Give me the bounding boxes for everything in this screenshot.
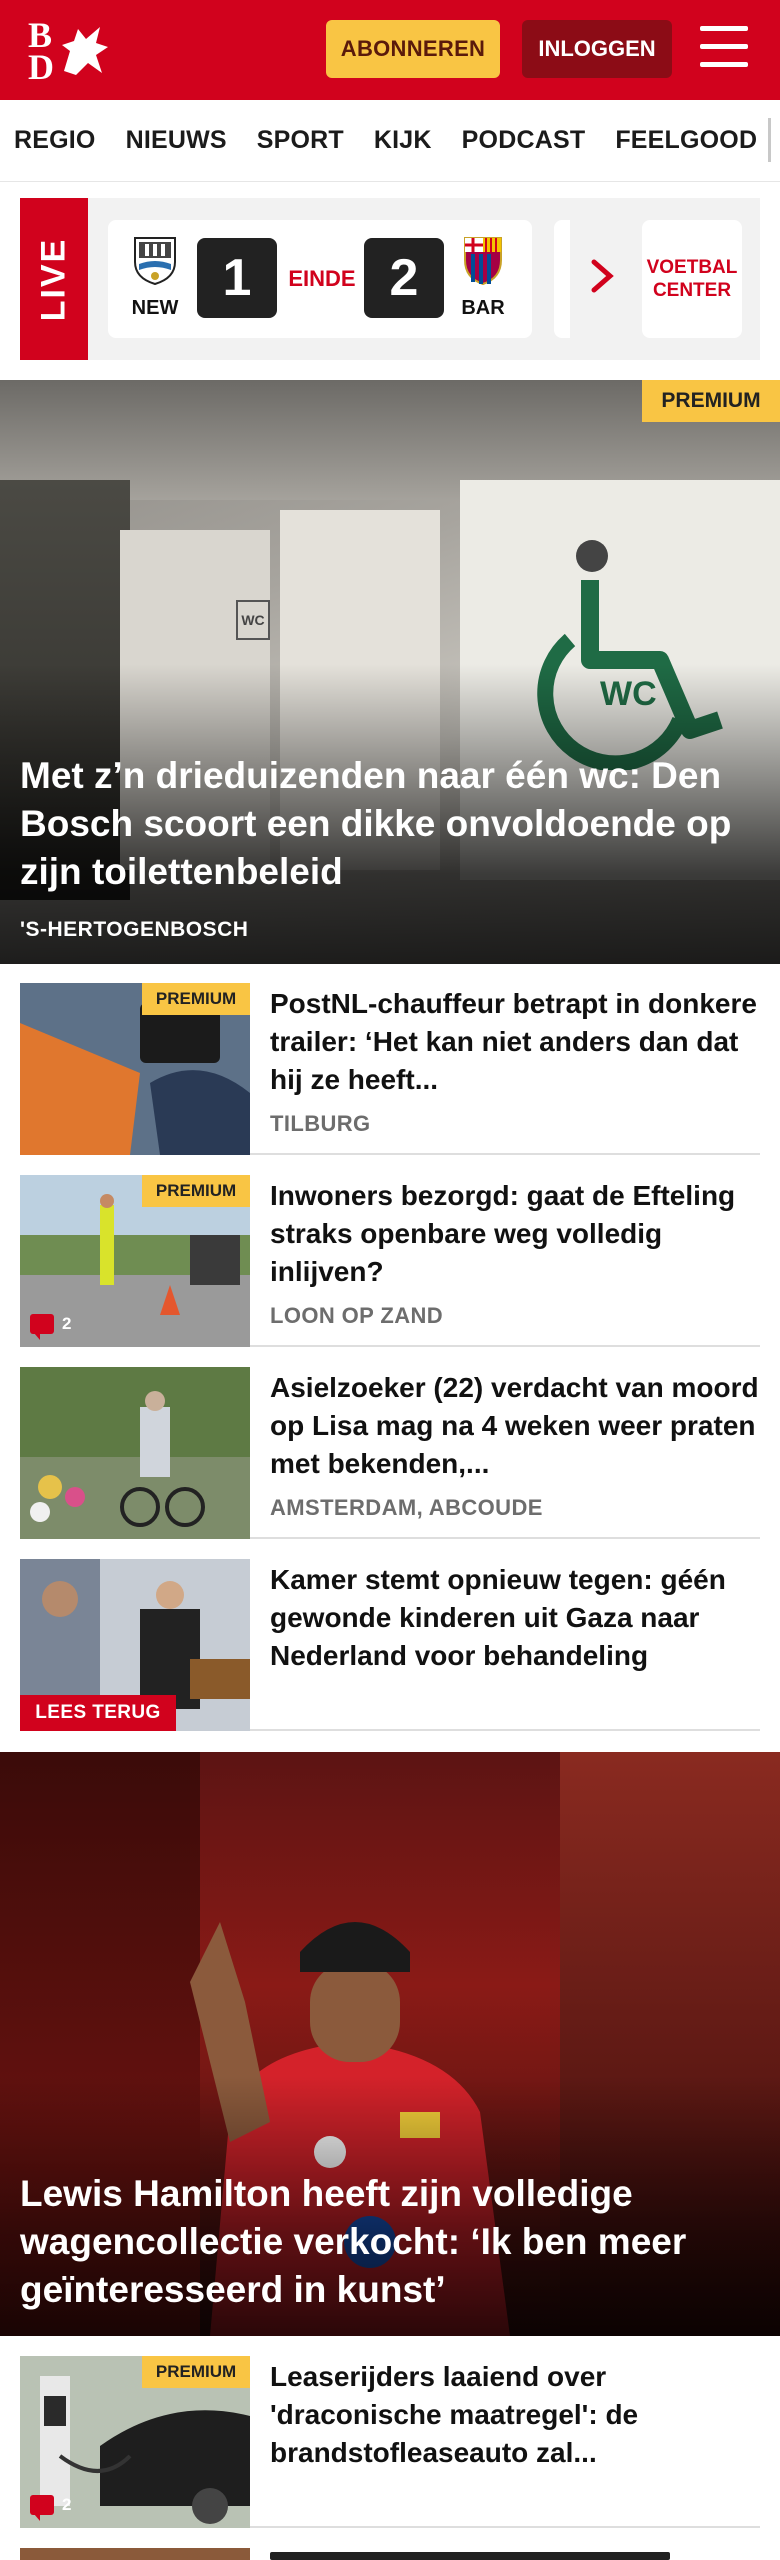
- article-title[interactable]: Inwoners bezorgd: gaat de Efteling strak…: [270, 1177, 760, 1291]
- premium-badge: PREMIUM: [142, 1175, 250, 1207]
- home-team-name: NEW: [131, 297, 179, 319]
- comment-bubble-icon: [30, 1314, 54, 1340]
- hero-article-hamilton[interactable]: Lewis Hamilton heeft zijn volledige wage…: [0, 1752, 780, 2336]
- hero2-headline[interactable]: Lewis Hamilton heeft zijn volledige wage…: [20, 2170, 765, 2314]
- match-status: EINDE: [288, 266, 356, 291]
- nav-item-feelgood[interactable]: FEELGOOD: [615, 126, 757, 155]
- home-team: NEW: [120, 234, 190, 320]
- voetbal-center-link[interactable]: VOETBAL CENTER: [642, 220, 742, 338]
- comment-count-value: 2: [62, 2495, 72, 2514]
- hero-article[interactable]: WC WC PREMIUM Met z’n drieduizenden naar…: [0, 380, 780, 964]
- hero-location: 'S-HERTOGENBOSCH: [20, 918, 249, 941]
- away-score: 2: [364, 238, 444, 318]
- section-nav: REGIO NIEUWS SPORT KIJK PODCAST FEELGOOD: [0, 100, 780, 182]
- top-header: B D ABONNEREN INLOGGEN: [0, 0, 780, 100]
- article-thumbnail[interactable]: PREMIUM 2: [20, 1175, 250, 1347]
- comment-count[interactable]: 2: [30, 1311, 72, 1340]
- article-item[interactable]: Asielzoeker (22) verdacht van moord op L…: [20, 1367, 760, 1539]
- comment-count[interactable]: 2: [30, 2492, 72, 2521]
- subscribe-button[interactable]: ABONNEREN: [326, 20, 500, 78]
- login-button[interactable]: INLOGGEN: [522, 20, 672, 78]
- premium-badge: PREMIUM: [142, 983, 250, 1015]
- comment-bubble-icon: [30, 2495, 54, 2521]
- nav-overflow-indicator: [768, 118, 780, 162]
- live-badge: LIVE: [20, 198, 88, 360]
- next-match-card-edge[interactable]: [554, 220, 570, 338]
- article-item[interactable]: PREMIUM 2 Inwoners bezorgd: gaat de Efte…: [20, 1175, 760, 1347]
- article-title[interactable]: Asielzoeker (22) verdacht van moord op L…: [270, 1369, 760, 1483]
- next-article-partial[interactable]: [20, 2548, 760, 2560]
- small-wc-sign: WC: [236, 600, 270, 640]
- dragon-logo-icon: [62, 27, 108, 75]
- away-team-name: BAR: [461, 297, 505, 319]
- article-location: AMSTERDAM, ABCOUDE: [270, 1495, 543, 1520]
- home-score: 1: [197, 238, 277, 318]
- article-thumbnail[interactable]: LEES TERUG: [20, 1559, 250, 1731]
- article-item[interactable]: LEES TERUG Kamer stemt opnieuw tegen: gé…: [20, 1559, 760, 1731]
- article-item[interactable]: PREMIUM PostNL-chauffeur betrapt in donk…: [20, 983, 760, 1155]
- lees-terug-badge: LEES TERUG: [20, 1695, 176, 1731]
- memorial-flowers-image: [20, 1367, 250, 1539]
- article-thumbnail[interactable]: PREMIUM 2: [20, 2356, 250, 2528]
- premium-badge: PREMIUM: [642, 380, 780, 422]
- logo-letter-d: D: [28, 47, 54, 87]
- article-title[interactable]: Kamer stemt opnieuw tegen: géén gewonde …: [270, 1561, 760, 1675]
- away-team: BAR: [448, 234, 518, 320]
- hamburger-menu-icon[interactable]: [700, 26, 750, 72]
- live-badge-label: LIVE: [34, 237, 73, 321]
- article-thumbnail[interactable]: PREMIUM: [20, 983, 250, 1155]
- newcastle-crest-icon: [134, 237, 176, 286]
- article-location: LOON OP ZAND: [270, 1303, 444, 1328]
- live-scores-widget: LIVE NEW 1 EINDE 2 BAR VOETBAL CENTER: [20, 198, 760, 360]
- match-card[interactable]: NEW 1 EINDE 2 BAR: [108, 220, 532, 338]
- nav-item-regio[interactable]: REGIO: [14, 126, 96, 155]
- article-title[interactable]: PostNL-chauffeur betrapt in donkere trai…: [270, 985, 760, 1099]
- hero-headline[interactable]: Met z’n drieduizenden naar één wc: Den B…: [20, 752, 760, 896]
- chevron-right-icon[interactable]: [588, 256, 618, 296]
- article-title[interactable]: Leaserijders laaiend over 'draconische m…: [270, 2358, 760, 2472]
- nav-item-nieuws[interactable]: NIEUWS: [126, 126, 227, 155]
- article-thumbnail[interactable]: [20, 1367, 250, 1539]
- nav-item-podcast[interactable]: PODCAST: [462, 126, 586, 155]
- article-item[interactable]: PREMIUM 2 Leaserijders laaiend over 'dra…: [20, 2356, 760, 2528]
- comment-count-value: 2: [62, 1314, 72, 1333]
- premium-badge: PREMIUM: [142, 2356, 250, 2388]
- nav-item-sport[interactable]: SPORT: [257, 126, 344, 155]
- nav-item-kijk[interactable]: KIJK: [374, 126, 432, 155]
- article-location: TILBURG: [270, 1111, 371, 1136]
- bd-logo[interactable]: B D: [20, 15, 112, 85]
- barcelona-crest-icon: [464, 237, 502, 286]
